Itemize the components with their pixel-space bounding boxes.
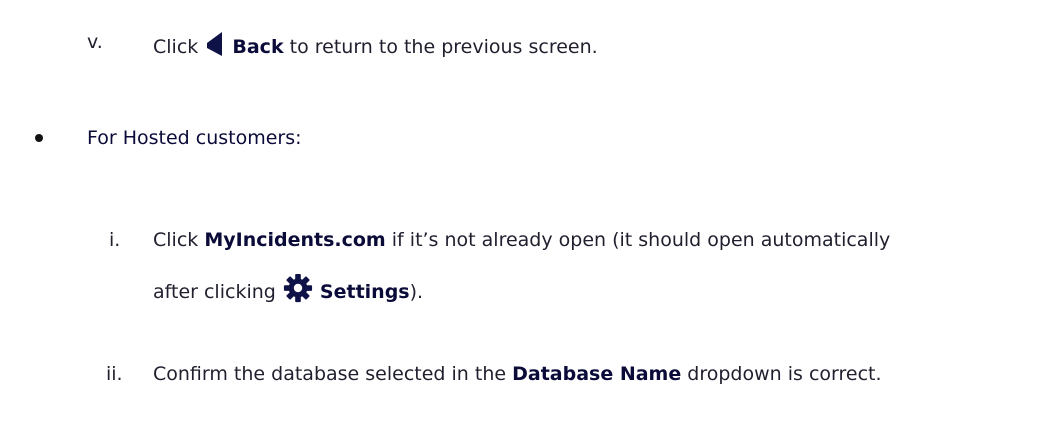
step-i-suffix: if it’s not already open (it should open… [391,229,891,251]
step-i-line2-suffix: ). [409,281,424,303]
step-ii-text: Confirm the database selected in the Dat… [153,362,882,386]
back-label: Back [232,36,284,58]
database-name-label: Database Name [512,363,682,385]
gear-icon [283,273,312,303]
myincidents-label: MyIncidents.com [204,229,386,251]
settings-label: Settings [319,281,410,303]
document-page: v. Click Back to return to the previous … [0,0,1046,423]
step-v-prefix: Click [153,36,199,58]
step-i-text-line2: after clicking Settings). [153,273,423,304]
step-ii-suffix: dropdown is correct. [687,363,882,385]
hosted-heading: For Hosted customers: [87,127,302,149]
step-i-prefix: Click [153,229,199,251]
step-ii-prefix: Confirm the database selected in the [153,363,507,385]
bullet-dot [35,134,43,142]
step-v-text: Click Back to return to the previous scr… [153,30,598,59]
step-marker-i: i. [109,229,121,251]
step-v-suffix: to return to the previous screen. [289,36,598,58]
step-marker-ii: ii. [106,363,123,385]
step-i-text: Click MyIncidents.com if it’s not alread… [153,228,890,252]
step-marker-v: v. [87,31,103,53]
step-i-line2-prefix: after clicking [153,281,276,303]
back-triangle-icon [207,32,223,56]
